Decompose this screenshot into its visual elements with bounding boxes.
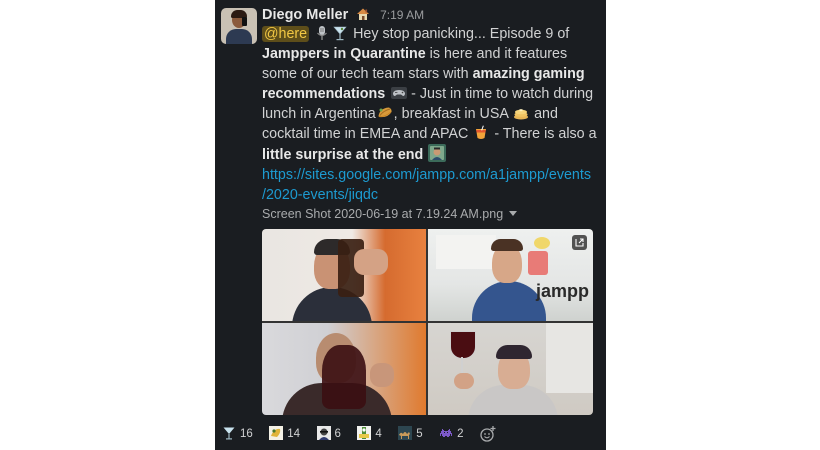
reaction-camel[interactable]: 5	[395, 425, 426, 443]
cocktail-glass-icon	[222, 426, 236, 440]
video-tile-bottom-right	[428, 323, 593, 415]
reaction-custom-1[interactable]: 14	[266, 425, 304, 443]
custom-emoji-2-icon	[316, 426, 331, 440]
reaction-count: 16	[240, 428, 253, 440]
reaction-count: 2	[457, 428, 464, 440]
chevron-down-icon[interactable]	[509, 211, 518, 216]
message-bold-text: little surprise at the end	[262, 147, 424, 163]
message-bold-text: Jamppers in Quarantine	[262, 46, 426, 62]
video-tile-top-left	[262, 229, 426, 321]
custom-surprise-emoji-icon	[428, 144, 447, 162]
game-controller-icon	[390, 85, 408, 101]
avatar[interactable]	[221, 8, 257, 44]
reaction-count: 5	[416, 428, 423, 440]
open-external-icon[interactable]	[572, 235, 587, 250]
custom-emoji-1-icon	[269, 426, 284, 440]
reaction-custom-3[interactable]: 4	[354, 425, 385, 443]
link-line[interactable]: https://sites.google.com/jampp.com/a1jam…	[262, 167, 591, 183]
sender-name[interactable]: Diego Meller	[262, 7, 348, 23]
video-tile-top-right: jampp	[428, 229, 593, 321]
jampp-logo-text: jampp	[535, 281, 589, 301]
camel-icon	[398, 426, 413, 440]
message-text: Hey stop panicking... Episode 9 of	[353, 26, 570, 42]
house-icon	[356, 7, 370, 21]
space-invader-icon	[439, 426, 453, 440]
message-header: Diego Meller 7:19 AM	[262, 6, 424, 26]
empanada-icon	[377, 105, 393, 121]
video-tile-bottom-left	[262, 323, 426, 415]
reaction-cocktail[interactable]: 16	[219, 425, 257, 443]
reaction-custom-2[interactable]: 6	[314, 425, 345, 443]
reaction-count: 14	[287, 428, 301, 440]
message-body: @here Hey stop panicking... Episode 9 of…	[262, 24, 597, 205]
cocktail-glass-icon	[332, 25, 348, 41]
reaction-count: 6	[334, 428, 341, 440]
here-mention[interactable]: @here	[262, 26, 310, 42]
filename-label[interactable]: Screen Shot 2020-06-19 at 7.19.24 AM.png	[262, 207, 503, 221]
link-line[interactable]: /2020-events/jiqdc	[262, 187, 378, 203]
message-timestamp[interactable]: 7:19 AM	[380, 8, 424, 22]
microphone-icon	[314, 25, 330, 41]
message-text: , breakfast in USA	[393, 106, 509, 122]
event-link[interactable]: https://sites.google.com/jampp.com/a1jam…	[262, 167, 591, 203]
custom-emoji-3-icon	[357, 426, 372, 440]
message-panel: Diego Meller 7:19 AM @here Hey stop pani…	[215, 0, 606, 450]
attachment-image[interactable]: jampp	[262, 229, 593, 415]
attachment-filename[interactable]: Screen Shot 2020-06-19 at 7.19.24 AM.png	[262, 207, 518, 221]
reaction-space-invader[interactable]: 2	[436, 425, 467, 443]
tropical-drink-icon	[473, 125, 489, 141]
pancakes-icon	[513, 105, 529, 121]
message-text: - There is also a	[494, 126, 597, 142]
reaction-count: 4	[375, 428, 382, 440]
reactions-bar: 16 14 6 4 5 2	[219, 425, 497, 445]
add-reaction-icon[interactable]	[479, 425, 497, 443]
